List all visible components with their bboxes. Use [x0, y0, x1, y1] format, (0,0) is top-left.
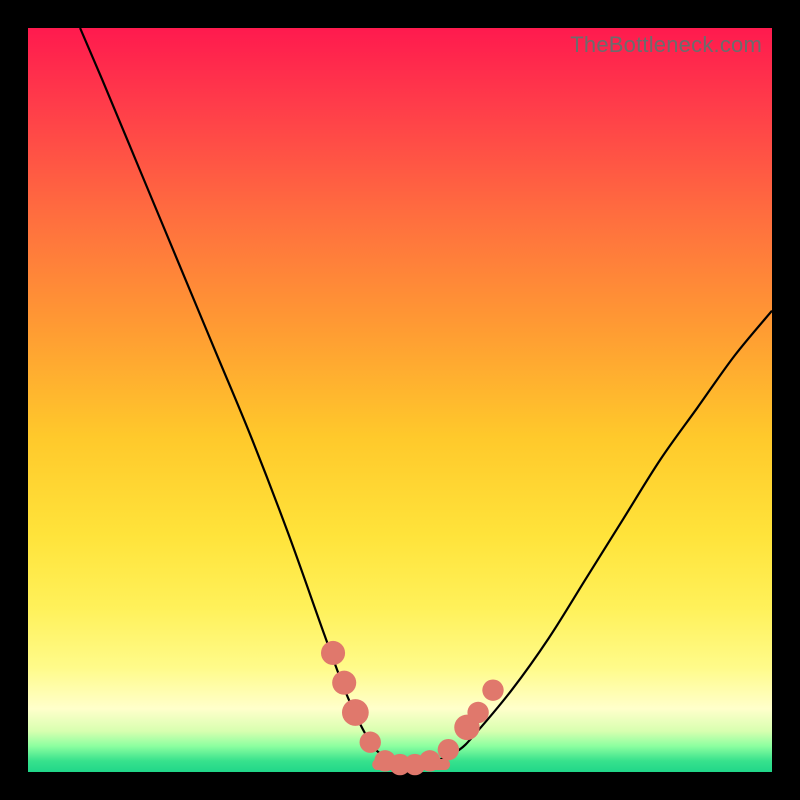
curve-marker [332, 671, 356, 695]
chart-frame: TheBottleneck.com [0, 0, 800, 800]
curve-marker [438, 739, 459, 760]
curve-markers [321, 641, 504, 775]
curve-marker [482, 679, 503, 700]
chart-plot-area: TheBottleneck.com [28, 28, 772, 772]
curve-marker [321, 641, 345, 665]
curve-marker [342, 699, 369, 726]
curve-marker [360, 732, 381, 753]
curve-line [80, 28, 772, 765]
curve-marker [419, 750, 440, 771]
bottleneck-curve [28, 28, 772, 772]
curve-marker [467, 702, 488, 723]
